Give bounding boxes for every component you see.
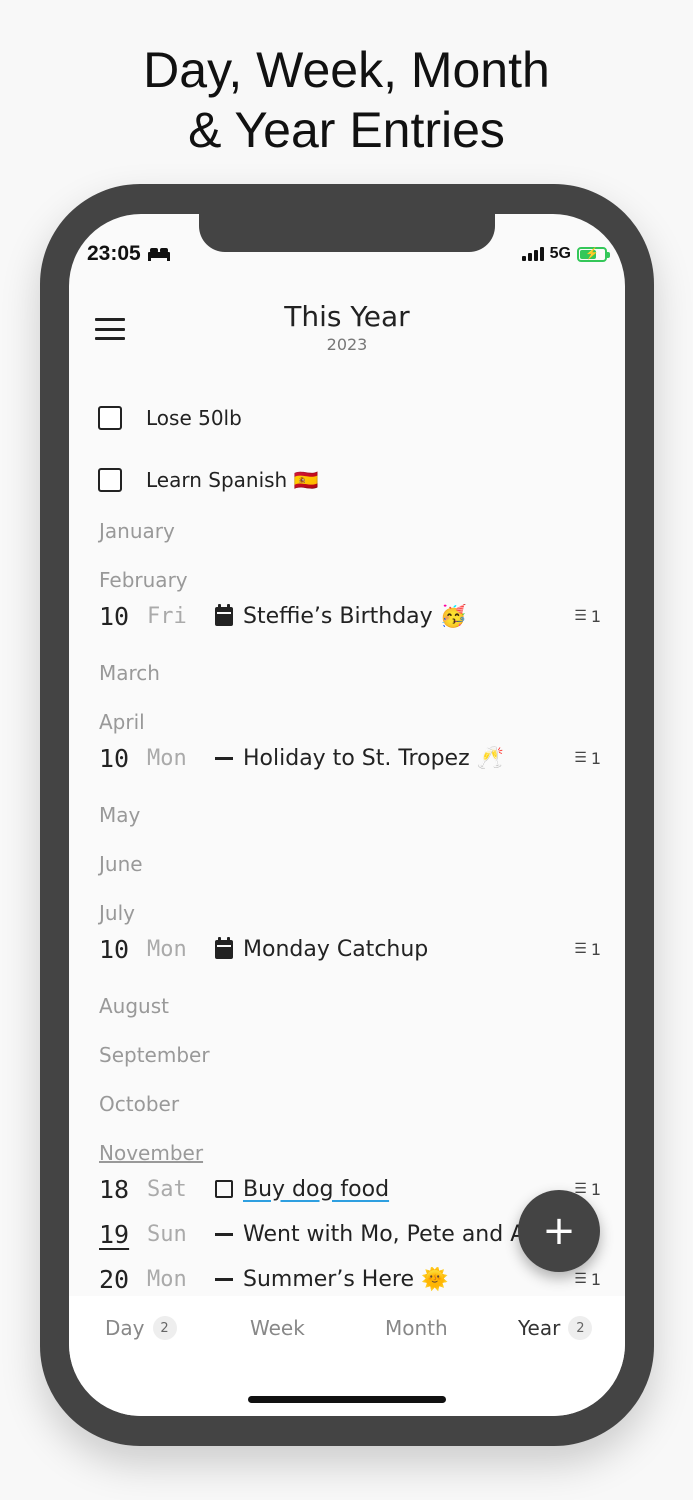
tab-day[interactable]: Day 2 — [105, 1316, 177, 1340]
goal-text: Lose 50lb — [146, 406, 242, 430]
entry-weekday: Fri — [147, 603, 187, 629]
goal-checkbox[interactable] — [98, 468, 122, 492]
goal-item[interactable]: Lose 50lb — [98, 406, 242, 430]
entry-day-number: 10 — [99, 743, 130, 773]
entry-day-number: 18 — [99, 1174, 130, 1204]
entry-text: Summer’s Here 🌞 — [243, 1266, 449, 1292]
goal-checkbox[interactable] — [98, 406, 122, 430]
month-label-november[interactable]: November — [99, 1141, 203, 1165]
month-label-august: August — [99, 994, 169, 1018]
entry-row[interactable]: 10 Mon Holiday to St. Tropez 🥂 ☰ 1 — [99, 740, 601, 776]
entry-notes-count: ☰ 1 — [574, 606, 601, 626]
notch — [199, 214, 495, 252]
tab-label: Week — [250, 1316, 305, 1340]
entry-text: Steffie’s Birthday 🥳 — [243, 603, 468, 629]
promo-headline: Day, Week, Month & Year Entries — [0, 40, 693, 160]
page-subtitle: 2023 — [326, 335, 368, 354]
entry-notes-count: ☰ 1 — [574, 748, 601, 768]
month-label-october: October — [99, 1092, 180, 1116]
entry-text: Monday Catchup — [243, 936, 429, 962]
list-icon: ☰ — [574, 750, 587, 766]
signal-icon — [521, 247, 544, 261]
entry-weekday: Mon — [147, 1266, 187, 1292]
dash-icon — [215, 1277, 233, 1281]
month-label-june: June — [99, 852, 143, 876]
task-checkbox-icon[interactable] — [215, 1180, 233, 1198]
list-icon: ☰ — [574, 941, 587, 957]
tab-week[interactable]: Week — [250, 1316, 305, 1340]
tab-year[interactable]: Year 2 — [518, 1316, 593, 1340]
tab-label: Month — [385, 1316, 448, 1340]
entry-weekday: Sun — [147, 1221, 187, 1247]
promo-headline-line2: & Year Entries — [188, 102, 505, 158]
entry-text: Holiday to St. Tropez 🥂 — [243, 745, 505, 771]
add-entry-button[interactable]: + — [518, 1190, 600, 1272]
promo-headline-line1: Day, Week, Month — [143, 42, 550, 98]
month-label-march: March — [99, 661, 160, 685]
entry-text: Buy dog food — [243, 1176, 390, 1202]
status-time: 23:05 — [87, 242, 171, 266]
tab-count-badge: 2 — [568, 1316, 593, 1340]
tab-month[interactable]: Month — [385, 1316, 448, 1340]
phone-screen: 23:05 5G ⚡ This Year 2023 Lose 50lb Lear… — [69, 214, 625, 1416]
entry-notes-count: ☰ 1 — [574, 939, 601, 959]
tab-count-badge: 2 — [152, 1316, 177, 1340]
goal-text: Learn Spanish 🇪🇸 — [146, 468, 319, 492]
calendar-icon — [215, 936, 233, 959]
list-icon: ☰ — [574, 1271, 587, 1287]
entry-weekday: Sat — [147, 1176, 187, 1202]
entry-row[interactable]: 20 Mon Summer’s Here 🌞 ☰ 1 — [99, 1261, 601, 1297]
month-label-may: May — [99, 803, 141, 827]
status-time-text: 23:05 — [87, 242, 141, 265]
calendar-icon — [215, 603, 233, 626]
entry-weekday: Mon — [147, 745, 187, 771]
entry-weekday: Mon — [147, 936, 187, 962]
entry-row[interactable]: 18 Sat Buy dog food ☰ 1 — [99, 1171, 601, 1207]
dash-icon — [215, 756, 233, 760]
phone-frame: 23:05 5G ⚡ This Year 2023 Lose 50lb Lear… — [40, 184, 654, 1446]
bed-icon — [147, 248, 170, 261]
battery-icon: ⚡ — [577, 246, 610, 262]
month-label-february: February — [99, 568, 188, 592]
dash-icon — [215, 1232, 233, 1236]
entry-day-number: 19 — [99, 1219, 130, 1249]
list-icon: ☰ — [574, 608, 587, 624]
month-label-april: April — [99, 710, 145, 734]
network-type: 5G — [549, 245, 571, 262]
page-header: This Year 2023 — [69, 300, 625, 354]
month-label-september: September — [99, 1043, 210, 1067]
entry-row[interactable]: 10 Mon Monday Catchup ☰ 1 — [99, 931, 601, 967]
goal-item[interactable]: Learn Spanish 🇪🇸 — [98, 468, 319, 492]
entry-day-number: 10 — [99, 934, 130, 964]
entry-day-number: 10 — [99, 601, 130, 631]
entry-day-number: 20 — [99, 1264, 130, 1294]
month-label-july: July — [99, 901, 135, 925]
status-indicators: 5G ⚡ — [521, 245, 610, 263]
entry-notes-count: ☰ 1 — [574, 1269, 601, 1289]
page-title: This Year — [284, 300, 410, 333]
month-label-january: January — [99, 519, 175, 543]
tab-label: Year — [518, 1316, 561, 1340]
tab-label: Day — [105, 1316, 145, 1340]
home-indicator — [248, 1396, 446, 1403]
entry-row[interactable]: 10 Fri Steffie’s Birthday 🥳 ☰ 1 — [99, 598, 601, 634]
